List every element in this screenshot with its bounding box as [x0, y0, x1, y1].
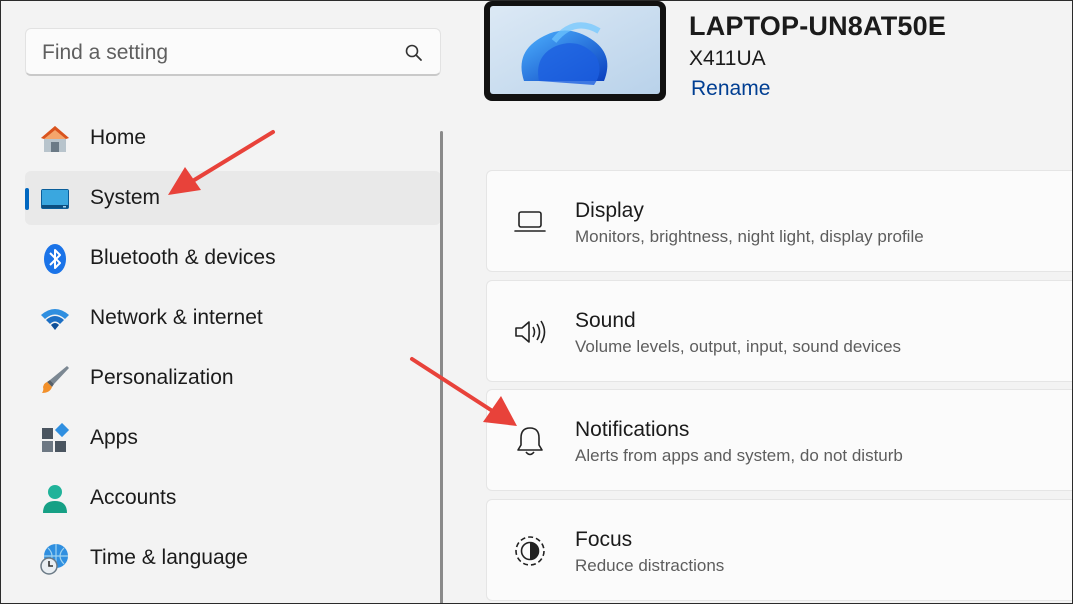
sidebar-item-personalization[interactable]: Personalization — [25, 351, 441, 405]
bluetooth-icon — [44, 244, 66, 274]
bell-icon — [517, 427, 543, 456]
sidebar-item-system[interactable]: System — [25, 171, 441, 225]
search-input[interactable]: Find a setting — [42, 41, 168, 65]
sidebar-item-bluetooth[interactable]: Bluetooth & devices — [25, 231, 441, 285]
sidebar-item-label: Time & language — [90, 546, 248, 569]
wifi-icon — [41, 309, 69, 330]
card-sound[interactable]: Sound Volume levels, output, input, soun… — [486, 280, 1072, 382]
selected-indicator — [25, 188, 29, 210]
sidebar-item-label: System — [90, 186, 161, 209]
card-title: Display — [575, 199, 644, 222]
card-subtitle: Alerts from apps and system, do not dist… — [575, 446, 903, 465]
rename-link[interactable]: Rename — [691, 77, 770, 101]
speaker-icon — [515, 320, 546, 344]
card-notifications[interactable]: Notifications Alerts from apps and syste… — [486, 389, 1072, 491]
brush-icon — [42, 366, 69, 393]
sidebar-item-label: Apps — [90, 426, 138, 449]
apps-icon — [42, 423, 70, 452]
sidebar-scrollbar[interactable] — [440, 131, 443, 603]
search-box[interactable]: Find a setting — [25, 28, 441, 76]
search-icon[interactable] — [404, 43, 424, 63]
card-display[interactable]: Display Monitors, brightness, night ligh… — [486, 170, 1072, 272]
sidebar-item-time-language[interactable]: Time & language — [25, 531, 441, 585]
card-title: Sound — [575, 309, 636, 332]
sidebar-item-accounts[interactable]: Accounts — [25, 471, 441, 525]
settings-window: Find a setting Home System Bluetooth & d… — [0, 0, 1073, 604]
sidebar-item-apps[interactable]: Apps — [25, 411, 441, 465]
sidebar-item-label: Home — [90, 126, 147, 149]
card-focus[interactable]: Focus Reduce distractions — [486, 499, 1072, 601]
card-subtitle: Reduce distractions — [575, 556, 725, 575]
globe-clock-icon — [40, 544, 68, 575]
sidebar-item-label: Bluetooth & devices — [90, 246, 276, 269]
device-wallpaper-thumbnail — [484, 1, 666, 101]
device-name: LAPTOP-UN8AT50E — [689, 11, 947, 41]
sidebar-item-label: Personalization — [90, 366, 234, 389]
card-subtitle: Monitors, brightness, night light, displ… — [575, 227, 924, 246]
sidebar-item-label: Network & internet — [90, 306, 263, 329]
card-title: Notifications — [575, 418, 690, 441]
laptop-icon — [514, 211, 546, 232]
system-icon — [41, 189, 69, 209]
sidebar-item-home[interactable]: Home — [25, 111, 441, 165]
home-icon — [41, 126, 69, 152]
device-model: X411UA — [689, 47, 766, 70]
card-title: Focus — [575, 528, 633, 551]
card-subtitle: Volume levels, output, input, sound devi… — [575, 337, 902, 356]
account-icon — [43, 485, 67, 513]
sidebar-item-network[interactable]: Network & internet — [25, 291, 441, 345]
focus-icon — [515, 536, 545, 566]
sidebar-item-label: Accounts — [90, 486, 177, 509]
